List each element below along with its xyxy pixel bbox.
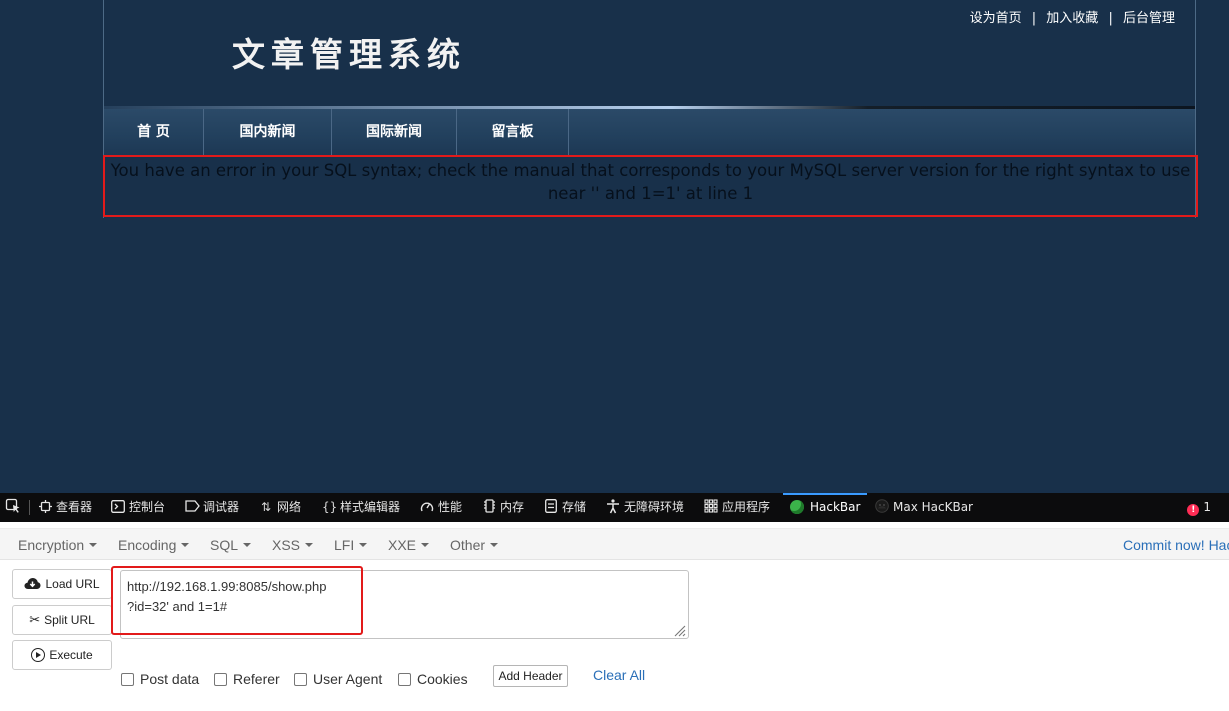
console-icon [111,493,125,522]
tab-console[interactable]: 控制台 [111,493,165,522]
menu-other[interactable]: Other [450,529,499,561]
post-data-checkbox[interactable]: Post data [121,669,199,689]
menu-xss[interactable]: XSS [272,529,314,561]
play-icon [31,648,46,662]
add-header-button[interactable]: Add Header [493,665,568,687]
caret-down-icon [490,543,499,547]
url-input[interactable]: http://192.168.1.99:8085/show.php ?id=32… [120,570,689,639]
tab-debugger[interactable]: 调试器 [185,493,239,522]
checkbox-box[interactable] [398,673,411,686]
caret-down-icon [421,543,430,547]
user-agent-checkbox[interactable]: User Agent [294,669,382,689]
hackbar-panel: Encryption Encoding SQL XSS LFI XXE Othe… [0,522,1229,711]
tab-style-editor[interactable]: {} 样式编辑器 [322,493,400,522]
caret-down-icon [181,543,190,547]
nav-guestbook[interactable]: 留言板 [457,109,569,155]
debugger-icon [185,493,200,522]
tab-hackbar[interactable]: HackBar [790,493,860,522]
load-url-button[interactable]: Load URL [12,569,112,599]
resize-grip-icon[interactable] [673,624,686,637]
hackbar-menu: Encryption Encoding SQL XSS LFI XXE Othe… [0,528,1229,560]
tab-storage[interactable]: 存储 [544,493,586,522]
nav-international-news[interactable]: 国际新闻 [332,109,457,155]
checkbox-box[interactable] [121,673,134,686]
element-picker-icon[interactable] [5,493,21,522]
top-links: 设为首页 | 加入收藏 | 后台管理 [970,7,1175,26]
separator: | [1108,11,1113,26]
storage-icon [544,493,558,522]
separator: | [1031,11,1037,26]
clear-all-link[interactable]: Clear All [593,667,645,683]
accessibility-icon [606,493,620,522]
error-icon: ! [1187,504,1200,516]
commit-now-link[interactable]: Commit now! Hackbar [1123,529,1229,561]
tab-accessibility[interactable]: 无障碍环境 [606,493,684,522]
caret-down-icon [243,543,252,547]
tab-network[interactable]: ⇅ 网络 [259,493,301,522]
caret-down-icon [305,543,314,547]
site-logo: 文章管理系统 [232,35,466,74]
cloud-download-icon [24,570,41,598]
web-page: 设为首页 | 加入收藏 | 后台管理 文章管理系统 首 页 国内新闻 国际新闻 … [0,0,1229,493]
menu-sql[interactable]: SQL [210,529,252,561]
performance-icon [420,493,434,522]
admin-link[interactable]: 后台管理 [1123,11,1175,26]
menu-lfi[interactable]: LFI [334,529,368,561]
memory-icon [482,493,496,522]
menu-encryption[interactable]: Encryption [18,529,98,561]
add-favorite-link[interactable]: 加入收藏 [1046,11,1098,26]
caret-down-icon [89,543,98,547]
inspector-icon [38,493,52,522]
checkbox-box[interactable] [294,673,307,686]
menu-encoding[interactable]: Encoding [118,529,190,561]
devtools-toolbar: 查看器 控制台 调试器 ⇅网络 {}样式编辑器 性能 内存 存储 无障碍环境 [0,493,1229,522]
split-url-button[interactable]: ✂ Split URL [12,605,112,635]
tab-max-hackbar[interactable]: Max HacKBar [875,493,973,522]
set-homepage-link[interactable]: 设为首页 [970,11,1022,26]
network-icon: ⇅ [260,500,272,514]
nav-domestic-news[interactable]: 国内新闻 [204,109,332,155]
tab-memory[interactable]: 内存 [482,493,524,522]
checkbox-box[interactable] [214,673,227,686]
application-icon [704,493,718,522]
nav-home[interactable]: 首 页 [104,109,204,155]
tab-performance[interactable]: 性能 [420,493,462,522]
referer-checkbox[interactable]: Referer [214,669,280,689]
scissors-icon: ✂ [29,612,41,627]
hackbar-icon [790,500,804,514]
menu-xxe[interactable]: XXE [388,529,430,561]
main-nav: 首 页 国内新闻 国际新闻 留言板 [104,109,1195,155]
style-editor-icon: {} [322,500,338,514]
execute-button[interactable]: Execute [12,640,112,670]
caret-down-icon [359,543,368,547]
sql-error-message: You have an error in your SQL syntax; ch… [103,155,1198,217]
error-count[interactable]: ! 1 [1187,493,1211,522]
tab-inspector[interactable]: 查看器 [38,493,92,522]
max-hackbar-icon [875,493,889,522]
toolbar-separator [29,500,30,515]
cookies-checkbox[interactable]: Cookies [398,669,468,689]
tab-application[interactable]: 应用程序 [704,493,770,522]
